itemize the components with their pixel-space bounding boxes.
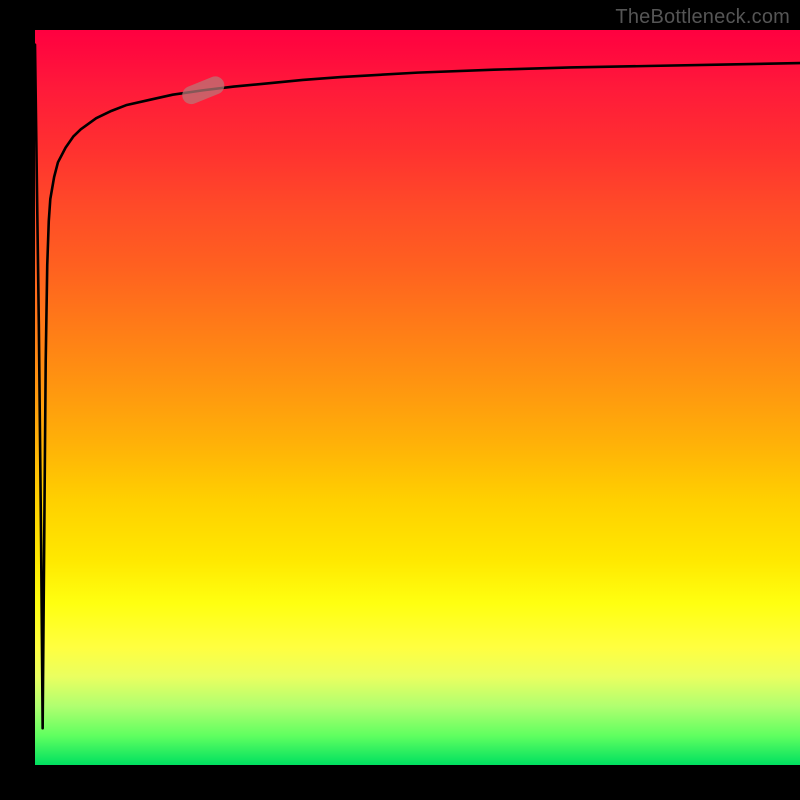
x-axis-strip	[0, 765, 800, 800]
chart-container: TheBottleneck.com	[0, 0, 800, 800]
bottleneck-curve	[35, 45, 800, 729]
y-axis-strip	[0, 0, 35, 800]
attribution-text: TheBottleneck.com	[615, 6, 790, 29]
curve-marker	[180, 74, 228, 107]
plot-area	[35, 30, 800, 765]
curve-layer	[35, 30, 800, 765]
